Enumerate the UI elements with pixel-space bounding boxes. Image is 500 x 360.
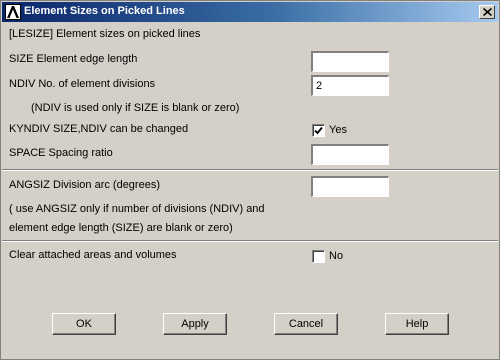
clear-state-label: No bbox=[329, 250, 344, 262]
title-bar[interactable]: Element Sizes on Picked Lines bbox=[2, 2, 498, 22]
apply-button[interactable]: Apply bbox=[163, 313, 227, 335]
kyndiv-checkbox[interactable] bbox=[312, 124, 325, 137]
clear-checkbox[interactable] bbox=[312, 250, 325, 263]
size-input[interactable] bbox=[311, 51, 389, 72]
ansys-logo-icon bbox=[5, 4, 21, 20]
help-button[interactable]: Help bbox=[385, 313, 449, 335]
kyndiv-state-label: Yes bbox=[329, 124, 347, 136]
dialog-window: Element Sizes on Picked Lines [LESIZE] E… bbox=[0, 0, 500, 360]
ndiv-label: NDIV No. of element divisions bbox=[9, 78, 156, 90]
angsiz-note-line2: element edge length (SIZE) are blank or … bbox=[9, 222, 233, 234]
section-divider bbox=[2, 240, 498, 242]
close-button[interactable] bbox=[479, 5, 495, 19]
close-icon bbox=[483, 8, 492, 16]
angsiz-input[interactable] bbox=[311, 176, 389, 197]
checkmark-icon bbox=[314, 126, 323, 135]
clear-label: Clear attached areas and volumes bbox=[9, 249, 177, 261]
ndiv-note: (NDIV is used only if SIZE is blank or z… bbox=[31, 102, 240, 114]
kyndiv-label: KYNDIV SIZE,NDIV can be changed bbox=[9, 123, 189, 135]
angsiz-label: ANGSIZ Division arc (degrees) bbox=[9, 179, 160, 191]
size-label: SIZE Element edge length bbox=[9, 53, 138, 65]
space-label: SPACE Spacing ratio bbox=[9, 147, 113, 159]
window-title: Element Sizes on Picked Lines bbox=[24, 5, 185, 17]
ok-button[interactable]: OK bbox=[52, 313, 116, 335]
angsiz-note-line1: ( use ANGSIZ only if number of divisions… bbox=[9, 203, 265, 215]
section-divider bbox=[2, 169, 498, 171]
space-input[interactable] bbox=[311, 144, 389, 165]
command-label: [LESIZE] Element sizes on picked lines bbox=[9, 28, 201, 40]
ndiv-input[interactable] bbox=[311, 75, 389, 96]
cancel-button[interactable]: Cancel bbox=[274, 313, 338, 335]
